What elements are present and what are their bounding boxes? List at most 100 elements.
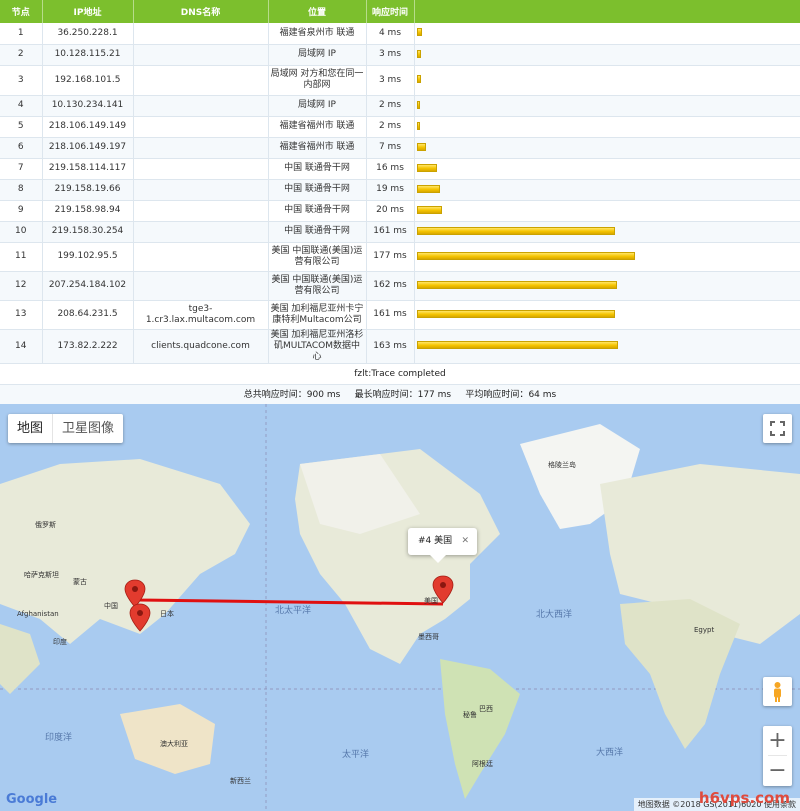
- bar-cell: [414, 329, 800, 364]
- hop-cell: 8: [0, 179, 43, 201]
- bar-cell: [414, 95, 800, 117]
- table-row: 3 192.168.101.5 局域网 对方和您在同一内部网 3 ms: [0, 65, 800, 96]
- ip-cell: 173.82.2.222: [42, 329, 134, 364]
- hop-cell: 1: [0, 23, 43, 45]
- ip-cell: 219.158.19.66: [42, 179, 134, 201]
- google-logo[interactable]: Google: [6, 792, 57, 807]
- dns-cell: [133, 137, 269, 159]
- ip-cell: 36.250.228.1: [42, 23, 134, 45]
- location-cell: 美国 加利福尼亚州洛杉矶MULTACOM数据中心: [268, 329, 367, 364]
- hop-cell: 13: [0, 300, 43, 330]
- table-row: 11 199.102.95.5 美国 中国联通(美国)运营有限公司 177 ms: [0, 242, 800, 272]
- response-time-bar: [416, 341, 618, 349]
- location-cell: 福建省福州市 联通: [268, 137, 367, 159]
- ip-cell: 10.128.115.21: [42, 44, 134, 66]
- hop-cell: 12: [0, 271, 43, 301]
- zoom-out-button[interactable]: −: [763, 756, 792, 785]
- response-time-bar: [416, 142, 426, 151]
- table-row: 14 173.82.2.222 clients.quadcone.com 美国 加利福…: [0, 329, 800, 364]
- ip-cell: 207.254.184.102: [42, 271, 134, 301]
- trace-table-body: 1 36.250.228.1 福建省泉州市 联通 4 ms 2 10.128.115.21…: [0, 23, 800, 364]
- ip-cell: 218.106.149.149: [42, 116, 134, 138]
- response-time-bar: [416, 75, 421, 83]
- avg-label: 平均响应时间：: [465, 389, 529, 400]
- map-type-map-button[interactable]: 地图: [8, 414, 52, 443]
- location-cell: 中国 联通骨干网: [268, 221, 367, 243]
- dns-cell: [133, 65, 269, 96]
- response-time-bar: [416, 28, 422, 37]
- zoom-in-button[interactable]: +: [763, 726, 792, 755]
- total-value: 900 ms: [306, 389, 341, 400]
- bar-cell: [414, 158, 800, 180]
- header-dns[interactable]: DNS名称: [133, 0, 269, 23]
- dns-cell: [133, 95, 269, 117]
- header-response-time[interactable]: 响应时间: [366, 0, 415, 23]
- dns-cell: [133, 179, 269, 201]
- hop-cell: 11: [0, 242, 43, 272]
- header-hop[interactable]: 节点: [0, 0, 43, 23]
- time-cell: 163 ms: [366, 329, 415, 364]
- table-row: 13 208.64.231.5 tge3-1.cr3.lax.multacom.co…: [0, 300, 800, 330]
- ip-cell: 10.130.234.141: [42, 95, 134, 117]
- table-row: 6 218.106.149.197 福建省福州市 联通 7 ms: [0, 137, 800, 159]
- bar-cell: [414, 116, 800, 138]
- dns-cell: [133, 158, 269, 180]
- dns-cell: [133, 200, 269, 222]
- time-cell: 20 ms: [366, 200, 415, 222]
- time-cell: 3 ms: [366, 44, 415, 66]
- header-ip[interactable]: IP地址: [42, 0, 134, 23]
- response-time-bar: [416, 49, 421, 58]
- bar-cell: [414, 137, 800, 159]
- table-row: 8 219.158.19.66 中国 联通骨干网 19 ms: [0, 179, 800, 201]
- hop-cell: 10: [0, 221, 43, 243]
- bar-cell: [414, 271, 800, 301]
- hop-cell: 6: [0, 137, 43, 159]
- response-time-bar: [416, 251, 635, 260]
- street-view-pegman-button[interactable]: [763, 677, 792, 706]
- marker-layer: [124, 575, 454, 632]
- table-row: 5 218.106.149.149 福建省福州市 联通 2 ms: [0, 116, 800, 138]
- time-cell: 162 ms: [366, 271, 415, 301]
- bar-cell: [414, 300, 800, 330]
- max-label: 最长响应时间：: [354, 389, 418, 400]
- marker-china-north-icon[interactable]: [124, 579, 146, 608]
- pegman-icon: [774, 682, 781, 702]
- info-close-icon[interactable]: ✕: [461, 528, 469, 555]
- time-cell: 19 ms: [366, 179, 415, 201]
- max-value: 177 ms: [417, 389, 452, 400]
- dns-cell: [133, 221, 269, 243]
- dns-cell: clients.quadcone.com: [133, 329, 269, 364]
- hop-cell: 7: [0, 158, 43, 180]
- dns-cell: [133, 271, 269, 301]
- table-row: 4 10.130.234.141 局域网 IP 2 ms: [0, 95, 800, 117]
- dns-cell: [133, 44, 269, 66]
- time-cell: 2 ms: [366, 116, 415, 138]
- header-bar: [414, 0, 800, 23]
- fullscreen-icon: [770, 421, 785, 436]
- table-row: 10 219.158.30.254 中国 联通骨干网 161 ms: [0, 221, 800, 243]
- bar-cell: [414, 221, 800, 243]
- location-cell: 局域网 IP: [268, 44, 367, 66]
- marker-china-south-icon[interactable]: [129, 603, 151, 632]
- hop-cell: 3: [0, 65, 43, 96]
- hop-cell: 2: [0, 44, 43, 66]
- table-row: 2 10.128.115.21 局域网 IP 3 ms: [0, 44, 800, 66]
- dns-cell: tge3-1.cr3.lax.multacom.com: [133, 300, 269, 330]
- bar-cell: [414, 179, 800, 201]
- location-cell: 局域网 IP: [268, 95, 367, 117]
- dns-cell: [133, 242, 269, 272]
- header-location[interactable]: 位置: [268, 0, 367, 23]
- table-row: 12 207.254.184.102 美国 中国联通(美国)运营有限公司 162 ms: [0, 271, 800, 301]
- bar-cell: [414, 44, 800, 66]
- table-header-row: 节点 IP地址 DNS名称 位置 响应时间: [0, 0, 800, 23]
- ip-cell: 219.158.114.117: [42, 158, 134, 180]
- response-time-bar: [416, 121, 420, 130]
- route-map[interactable]: 格陵兰岛 俄罗斯 哈萨克斯坦 蒙古 中国 Afghanistan 印度 日本 美…: [0, 404, 800, 811]
- trace-status: fzlt:Trace completed: [0, 363, 800, 385]
- fullscreen-button[interactable]: [763, 414, 792, 443]
- response-time-bar: [416, 100, 420, 109]
- time-cell: 161 ms: [366, 221, 415, 243]
- marker-usa-icon[interactable]: [432, 575, 454, 604]
- map-type-satellite-button[interactable]: 卫星图像: [52, 414, 123, 443]
- avg-value: 64 ms: [528, 389, 557, 400]
